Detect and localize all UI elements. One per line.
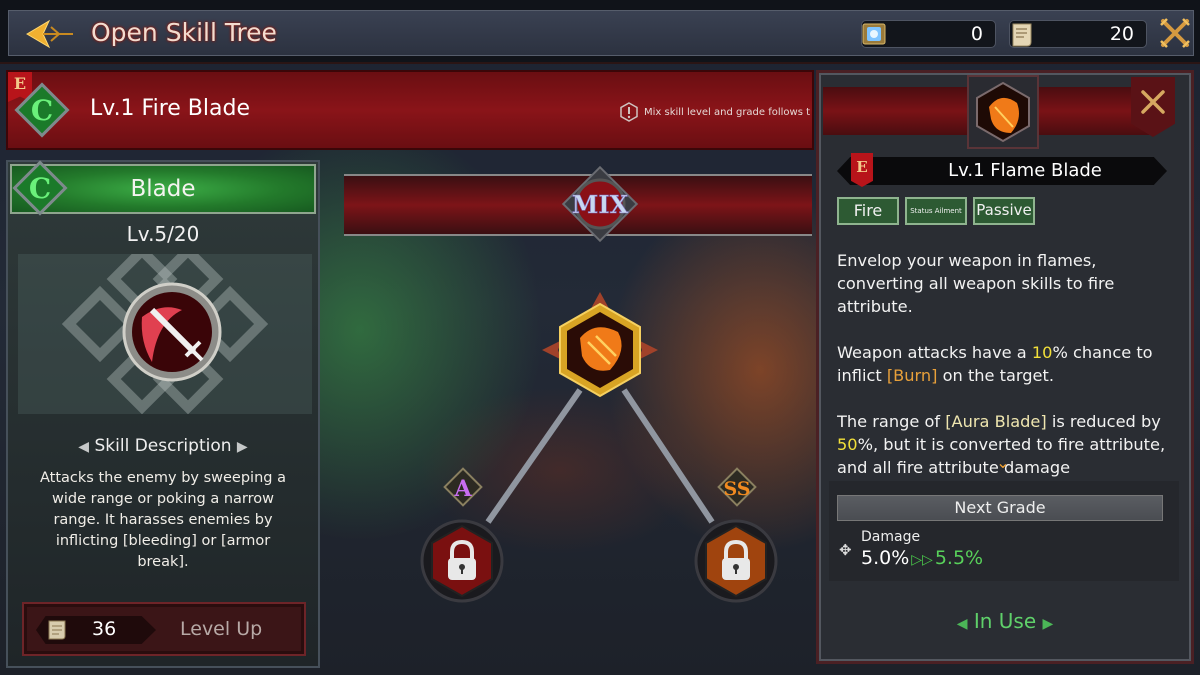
scroll-down-chevron-icon[interactable]: ⌄ xyxy=(991,453,1015,472)
page-title: Open Skill Tree xyxy=(91,18,277,47)
flame-blade-icon xyxy=(976,81,1030,143)
crossed-swords-close-icon xyxy=(1141,90,1165,114)
grade-badge-a: A xyxy=(443,467,483,507)
detail-description[interactable]: Envelop your weapon in flames, convertin… xyxy=(837,249,1171,479)
top-bar: Open Skill Tree 0 20 xyxy=(0,0,1200,64)
burn-status: [Burn] xyxy=(886,366,938,385)
ornament-left-icon: ◀ xyxy=(956,616,968,632)
double-arrow-icon: ▷▷ xyxy=(911,552,933,568)
in-use-label: In Use xyxy=(973,609,1037,633)
range-reduction-value: 50 xyxy=(837,435,858,454)
aura-blade-skill: [Aura Blade] xyxy=(945,412,1047,431)
ornament-right-icon: ▶ xyxy=(236,439,248,455)
tag-passive: Passive xyxy=(973,197,1035,225)
back-button[interactable] xyxy=(23,17,81,51)
in-use-status: ◀ In Use ▶ xyxy=(819,609,1191,633)
scroll-icon xyxy=(48,620,66,640)
currency-spellbook-value: 0 xyxy=(970,23,983,45)
description-paragraph-1: Envelop your weapon in flames, convertin… xyxy=(837,251,1115,316)
skill-emblem-area xyxy=(18,254,312,414)
stat-current-value: 5.0% xyxy=(861,547,910,569)
locked-skill-node-a[interactable] xyxy=(420,516,504,606)
svg-text:SS: SS xyxy=(723,478,750,500)
skill-level: Lv.5/20 xyxy=(126,222,200,246)
grade-badge-ss: SS xyxy=(717,467,757,507)
tag-status-ailment: Status Ailment xyxy=(905,197,967,225)
svg-text:C: C xyxy=(31,94,53,127)
skill-detail-panel: E Lv.1 Flame Blade Fire Status Ailment P… xyxy=(816,70,1194,664)
locked-skill-node-ss[interactable] xyxy=(694,516,778,606)
stat-next-value: 5.5% xyxy=(934,547,984,569)
mix-skill-title: Lv.1 Fire Blade xyxy=(90,96,250,121)
scroll-icon xyxy=(1012,23,1032,47)
svg-text:MIX: MIX xyxy=(572,190,629,219)
level-up-cost: 36 xyxy=(36,616,156,644)
svg-text:C: C xyxy=(29,172,51,205)
ornament-left-icon: ◀ xyxy=(78,439,90,455)
skill-description-label: Skill Description xyxy=(94,436,232,456)
detail-grade-flag-e: E xyxy=(851,153,873,187)
mix-skill-note-text: Mix skill level and grade follows the xyxy=(644,107,810,118)
skill-description-title: ◀ Skill Description ▶ xyxy=(8,436,318,456)
detail-skill-title: Lv.1 Flame Blade xyxy=(948,160,1102,181)
skill-description-text: Attacks the enemy by sweeping a wide ran… xyxy=(40,470,286,570)
level-up-cost-value: 36 xyxy=(92,618,117,640)
currency-scroll: 20 xyxy=(1009,20,1147,48)
stat-cross-icon: ✥ xyxy=(839,541,852,559)
level-up-label: Level Up xyxy=(180,618,263,640)
warning-icon xyxy=(620,102,638,122)
main-skill-node-flame-blade[interactable] xyxy=(540,290,660,410)
mix-skill-note: Mix skill level and grade follows the xyxy=(620,102,810,122)
stat-values: 5.0% ▷▷ 5.5% xyxy=(861,547,983,569)
crossed-swords-close-icon[interactable] xyxy=(1157,15,1193,51)
class-c-badge-icon: C xyxy=(12,160,68,216)
ornate-back-arrow-icon xyxy=(26,19,73,49)
svg-text:A: A xyxy=(453,476,472,502)
stat-name: Damage xyxy=(861,529,921,545)
spellbook-icon xyxy=(862,23,886,45)
top-bar-frame: Open Skill Tree 0 20 xyxy=(8,10,1194,56)
description-paragraph-2: Weapon attacks have a 10% chance to infl… xyxy=(837,343,1153,385)
mix-emblem-icon: MIX xyxy=(561,165,639,243)
next-grade-title: Next Grade xyxy=(837,495,1163,521)
mix-skill-header: E C Lv.1 Fire Blade Mix skill level and … xyxy=(6,70,814,150)
ornament-right-icon: ▶ xyxy=(1042,616,1054,632)
tag-fire: Fire xyxy=(837,197,899,225)
sword-slash-icon xyxy=(122,282,222,382)
currency-scroll-value: 20 xyxy=(1109,23,1134,45)
detail-skill-icon-frame xyxy=(967,75,1039,149)
next-grade-section: Next Grade ✥ Damage 5.0% ▷▷ 5.5% xyxy=(829,481,1179,581)
base-skill-panel: Blade Lv.5/20 ◀ Skill Description ▶ Atta… xyxy=(6,160,320,668)
chance-value: 10 xyxy=(1031,343,1053,362)
currency-spellbook: 0 xyxy=(861,20,996,48)
class-c-badge-icon: C xyxy=(14,82,70,138)
level-up-button[interactable]: 36 Level Up xyxy=(22,602,306,656)
